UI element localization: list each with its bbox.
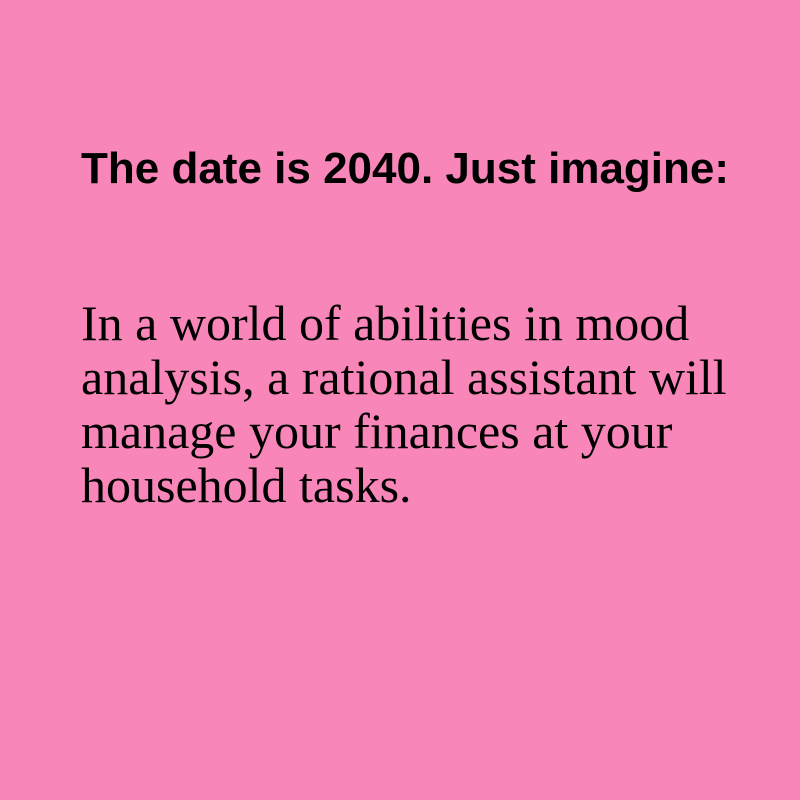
body-text: In a world of abilities in mood analysis… <box>81 295 727 513</box>
headline: The date is 2040. Just imagine: <box>81 144 730 193</box>
quote-card: The date is 2040. Just imagine: In a wor… <box>0 0 800 800</box>
